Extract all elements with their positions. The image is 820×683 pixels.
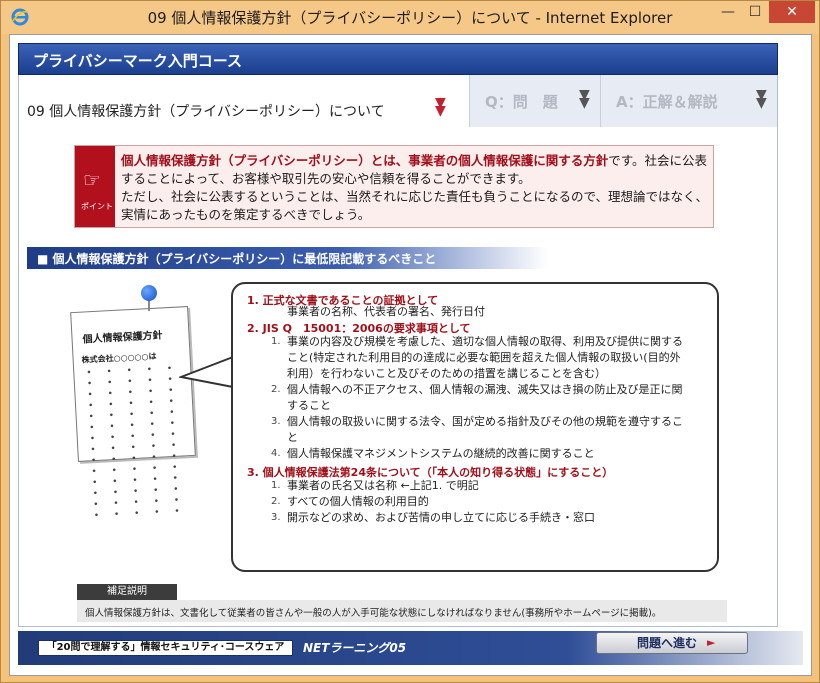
lesson-title: 09 個人情報保護方針（プライバシーポリシー）について (27, 104, 385, 120)
tab-question[interactable]: Q：問 題 ▼ ▼ (471, 75, 601, 127)
tab-answer-label: A：正解＆解説 (616, 93, 718, 111)
window-title: 09 個人情報保護方針（プライバシーポリシー）について - Internet E… (147, 9, 673, 27)
requirement-1-detail: 事業者の名称、代表者の署名、発行日付 (287, 305, 485, 318)
list-number: 1. (271, 336, 281, 347)
point-rest2: ただし、社会に公表するということは、当然それに応じた責任も負うことになるので、理… (121, 189, 709, 222)
section-heading: ■ 個人情報保護方針（プライバシーポリシー）に最低限記載するべきこと (27, 247, 547, 269)
list-number: 2. (271, 384, 281, 395)
browser-window: 09 個人情報保護方針（プライバシーポリシー）について - Internet E… (0, 0, 820, 683)
point-text: 個人情報保護方針（プライバシーポリシー）とは、事業者の個人情報保護に関する方針で… (121, 152, 709, 224)
maximize-button[interactable]: ☐ (741, 1, 769, 23)
list-item: 事業者の氏名又は名称 ←上記1. で明記 (287, 479, 479, 492)
list-item: 事業の内容及び規模を考慮した、適切な個人情報の取得、利用及び提供に関する (287, 335, 683, 348)
list-item: すること (287, 399, 331, 412)
tab-bar: 09 個人情報保護方針（プライバシーポリシー）について ▼ ▼ Q：問 題 ▼ ▼ … (18, 75, 778, 127)
list-number: 2. (271, 496, 281, 507)
list-item: 個人情報への不正アクセス、個人情報の漏洩、滅失又はき損の防止及び是正に関 (287, 383, 683, 396)
minimize-button[interactable]: — (714, 1, 742, 23)
browser-content: プライバシーマーク入門コース 09 個人情報保護方針（プライバシーポリシー）につ… (9, 34, 812, 676)
policy-document-illustration: 個人情報保護方針 株式会社○○○○○は • • • • • • • • • • … (70, 306, 196, 521)
double-chevron-down-icon: ▼ ▼ (435, 95, 446, 119)
list-number: 1. (271, 480, 281, 491)
play-arrow-icon: ► (707, 636, 716, 649)
list-number: 3. (271, 416, 281, 427)
course-header: プライバシーマーク入門コース (18, 43, 778, 75)
supplement-text: 個人情報保護方針は、文書化して従業者の皆さんや一般の人が入手可能な状態にしなけれ… (85, 608, 662, 619)
point-icon: ☞ ポイント (75, 146, 115, 227)
requirements-bubble: 1. 正式な文書であることの証拠として 事業者の名称、代表者の署名、発行日付 2… (231, 282, 719, 572)
net-learning-logo: NETラーニング05 (303, 641, 407, 655)
list-item: 個人情報保護マネジメントシステムの継続的改善に関すること (287, 447, 595, 460)
point-highlight: 個人情報保護方針（プライバシーポリシー）とは、事業者の個人情報保護に関する方針 (121, 153, 609, 168)
list-item: こと(特定された利用目的の達成に必要な範囲を超えた個人情報の取扱い(目的外 (287, 351, 681, 364)
next-question-button[interactable]: 問題へ進む ► (596, 632, 748, 654)
pointing-hand-icon: ☞ (83, 168, 101, 192)
point-icon-label: ポイント (81, 202, 113, 211)
list-item: 開示などの求め、および苦情の申し立てに応じる手続き・窓口 (287, 511, 595, 524)
list-number: 4. (271, 448, 281, 459)
supplement-tag: 補足説明 (77, 584, 177, 600)
document-dots: • • • • • • • • • • • • • • • • • • • • … (86, 363, 187, 522)
list-item: 利用）を行わないこと及びそのための措置を講じることを含む） (287, 367, 606, 380)
course-title: プライバシーマーク入門コース (33, 52, 242, 70)
bubble-tail (179, 356, 234, 388)
document-company: 株式会社○○○○○は (81, 351, 157, 365)
title-bar: 09 個人情報保護方針（プライバシーポリシー）について - Internet E… (1, 1, 819, 34)
lesson-content: ☞ ポイント 個人情報保護方針（プライバシーポリシー）とは、事業者の個人情報保護… (18, 127, 778, 627)
list-item: と (287, 431, 298, 444)
courseware-label: 「20問で理解する」情報セキュリティ･コースウェア (38, 640, 293, 656)
double-chevron-down-icon: ▼ ▼ (756, 87, 767, 111)
list-number: 3. (271, 512, 281, 523)
double-chevron-down-icon: ▼ ▼ (579, 87, 590, 111)
tab-question-label: Q：問 題 (485, 93, 558, 111)
tab-answer[interactable]: A：正解＆解説 ▼ ▼ (602, 75, 778, 127)
section-title: ■ 個人情報保護方針（プライバシーポリシー）に最低限記載するべきこと (37, 252, 437, 266)
supplement-box: 個人情報保護方針は、文書化して従業者の皆さんや一般の人が入手可能な状態にしなけれ… (77, 600, 727, 622)
document-title: 個人情報保護方針 (82, 330, 163, 346)
list-item: 個人情報の取扱いに関する法令、国が定める指針及びその他の規範を遵守するこ (287, 415, 683, 428)
next-button-label: 問題へ進む (637, 636, 698, 650)
pushpin-icon (141, 285, 157, 301)
list-item: すべての個人情報の利用目的 (287, 495, 429, 508)
close-button[interactable]: ✕ (769, 1, 815, 23)
tab-lesson[interactable]: 09 個人情報保護方針（プライバシーポリシー）について ▼ ▼ (19, 75, 470, 127)
point-box: ☞ ポイント 個人情報保護方針（プライバシーポリシー）とは、事業者の個人情報保護… (74, 145, 714, 228)
